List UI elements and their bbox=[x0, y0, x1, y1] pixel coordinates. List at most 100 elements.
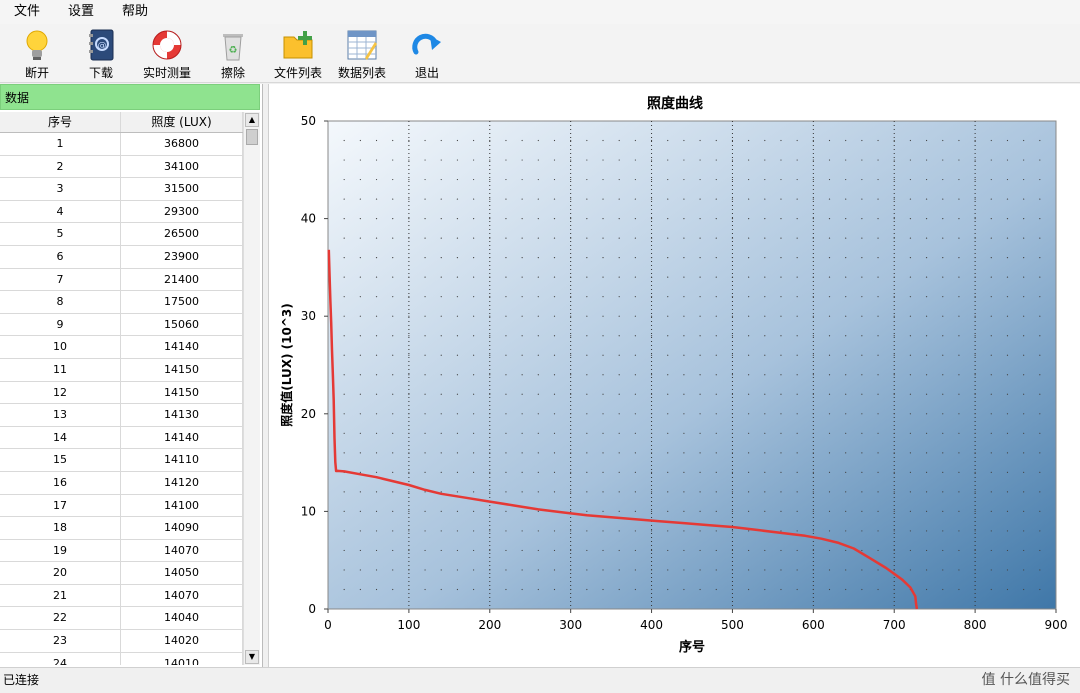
grid-dot bbox=[634, 452, 636, 454]
table-row[interactable]: 20 14050 bbox=[0, 562, 243, 585]
table-row[interactable]: 8 17500 bbox=[0, 291, 243, 314]
table-row[interactable]: 13 14130 bbox=[0, 404, 243, 427]
data-panel: 数据 序号 照度 (LUX) 1 36800 2 34100 3 31500 4 29300 5… bbox=[0, 84, 263, 667]
grid-dot bbox=[375, 452, 378, 454]
table-row[interactable]: 4 29300 bbox=[0, 200, 243, 224]
table-row[interactable]: 14 14140 bbox=[0, 426, 243, 450]
grid-dot bbox=[489, 257, 491, 259]
grid-dot bbox=[925, 335, 928, 337]
scroll-up-arrow-icon[interactable]: ▲ bbox=[245, 113, 259, 127]
download-button[interactable]: @ 下载 bbox=[66, 28, 136, 81]
file-list-button[interactable]: 文件列表 bbox=[263, 28, 333, 81]
data-list-button[interactable]: 数据列表 bbox=[327, 28, 397, 81]
grid-dot bbox=[1023, 432, 1025, 434]
grid-dot bbox=[683, 471, 685, 473]
table-row[interactable]: 2 34100 bbox=[0, 155, 243, 179]
grid-dot bbox=[667, 491, 669, 493]
table-row[interactable]: 17 14100 bbox=[0, 494, 243, 518]
table-row[interactable]: 9 15060 bbox=[0, 313, 243, 337]
grid-dot bbox=[392, 276, 394, 278]
grid-dot bbox=[634, 471, 636, 473]
grid-dot bbox=[359, 452, 361, 454]
grid-dot bbox=[942, 491, 944, 493]
grid-dot bbox=[715, 296, 717, 298]
scroll-down-arrow-icon[interactable]: ▼ bbox=[245, 650, 259, 664]
grid-dot bbox=[408, 510, 410, 512]
menu-help[interactable]: 帮助 bbox=[108, 0, 162, 24]
grid-dot bbox=[570, 178, 572, 181]
grid-dot bbox=[618, 276, 620, 278]
table-row[interactable]: 6 23900 bbox=[0, 245, 243, 269]
y-tick-label: 40 bbox=[301, 212, 316, 226]
grid-dot bbox=[1023, 178, 1025, 181]
grid-dot bbox=[553, 569, 556, 571]
grid-dot bbox=[780, 452, 782, 454]
disconnect-button[interactable]: 断开 bbox=[2, 28, 72, 81]
grid-dot bbox=[440, 471, 442, 473]
table-row[interactable]: 15 14110 bbox=[0, 449, 243, 472]
scroll-thumb[interactable] bbox=[246, 129, 258, 145]
table-row[interactable]: 5 26500 bbox=[0, 223, 243, 246]
grid-dot bbox=[650, 296, 653, 298]
grid-dot bbox=[958, 471, 960, 473]
table-row[interactable]: 19 14070 bbox=[0, 539, 243, 563]
table-row[interactable]: 1 36800 bbox=[0, 133, 243, 156]
erase-button[interactable]: ♻ 擦除 bbox=[198, 28, 268, 81]
grid-dot bbox=[359, 374, 361, 376]
table-row[interactable]: 21 14070 bbox=[0, 584, 243, 608]
table-row[interactable]: 18 14090 bbox=[0, 517, 243, 540]
grid-dot bbox=[489, 588, 491, 591]
menu-file[interactable]: 文件 bbox=[0, 0, 54, 24]
grid-dot bbox=[974, 471, 976, 473]
grid-dot bbox=[683, 491, 685, 493]
table-row[interactable]: 7 21400 bbox=[0, 268, 243, 292]
table-row[interactable]: 23 14020 bbox=[0, 630, 243, 653]
grid-dot bbox=[456, 510, 459, 512]
table-row[interactable]: 22 14040 bbox=[0, 607, 243, 631]
table-row[interactable]: 24 14010 bbox=[0, 652, 243, 665]
exit-button[interactable]: 退出 bbox=[392, 28, 462, 81]
grid-dot bbox=[845, 218, 847, 220]
grid-dot bbox=[473, 549, 475, 552]
grid-dot bbox=[990, 198, 992, 200]
table-row[interactable]: 16 14120 bbox=[0, 471, 243, 495]
grid-dot bbox=[440, 139, 442, 142]
grid-dot bbox=[683, 413, 685, 415]
table-row[interactable]: 12 14150 bbox=[0, 381, 243, 405]
row-index: 22 bbox=[0, 607, 121, 630]
row-index: 13 bbox=[0, 404, 121, 426]
grid-dot bbox=[392, 432, 394, 434]
table-row[interactable]: 3 31500 bbox=[0, 178, 243, 201]
grid-dot bbox=[392, 413, 394, 415]
grid-dot bbox=[586, 452, 588, 454]
column-header-lux[interactable]: 照度 (LUX) bbox=[121, 112, 243, 132]
grid-dot bbox=[489, 374, 491, 376]
grid-dot bbox=[1039, 315, 1041, 317]
grid-dot bbox=[570, 315, 572, 317]
table-row[interactable]: 10 14140 bbox=[0, 336, 243, 359]
grid-dot bbox=[456, 452, 459, 454]
grid-dot bbox=[974, 296, 976, 298]
grid-dot bbox=[456, 296, 459, 298]
grid-dot bbox=[521, 569, 523, 571]
grid-dot bbox=[456, 588, 459, 591]
grid-dot bbox=[699, 257, 701, 259]
grid-dot bbox=[715, 276, 717, 278]
vertical-scrollbar[interactable]: ▲ ▼ bbox=[243, 112, 260, 665]
grid-dot bbox=[456, 335, 459, 337]
grid-dot bbox=[359, 159, 361, 161]
grid-dot bbox=[925, 491, 928, 493]
grid-dot bbox=[715, 510, 717, 512]
grid-dot bbox=[958, 374, 960, 376]
grid-dot bbox=[877, 530, 879, 532]
grid-dot bbox=[748, 549, 750, 552]
column-header-index[interactable]: 序号 bbox=[0, 112, 121, 132]
grid-dot bbox=[748, 139, 750, 142]
grid-dot bbox=[748, 354, 750, 356]
grid-dot bbox=[990, 178, 992, 181]
realtime-button[interactable]: 实时测量 bbox=[132, 28, 202, 81]
grid-dot bbox=[618, 393, 620, 395]
grid-dot bbox=[909, 257, 912, 259]
table-row[interactable]: 11 14150 bbox=[0, 358, 243, 382]
menu-settings[interactable]: 设置 bbox=[54, 0, 108, 24]
